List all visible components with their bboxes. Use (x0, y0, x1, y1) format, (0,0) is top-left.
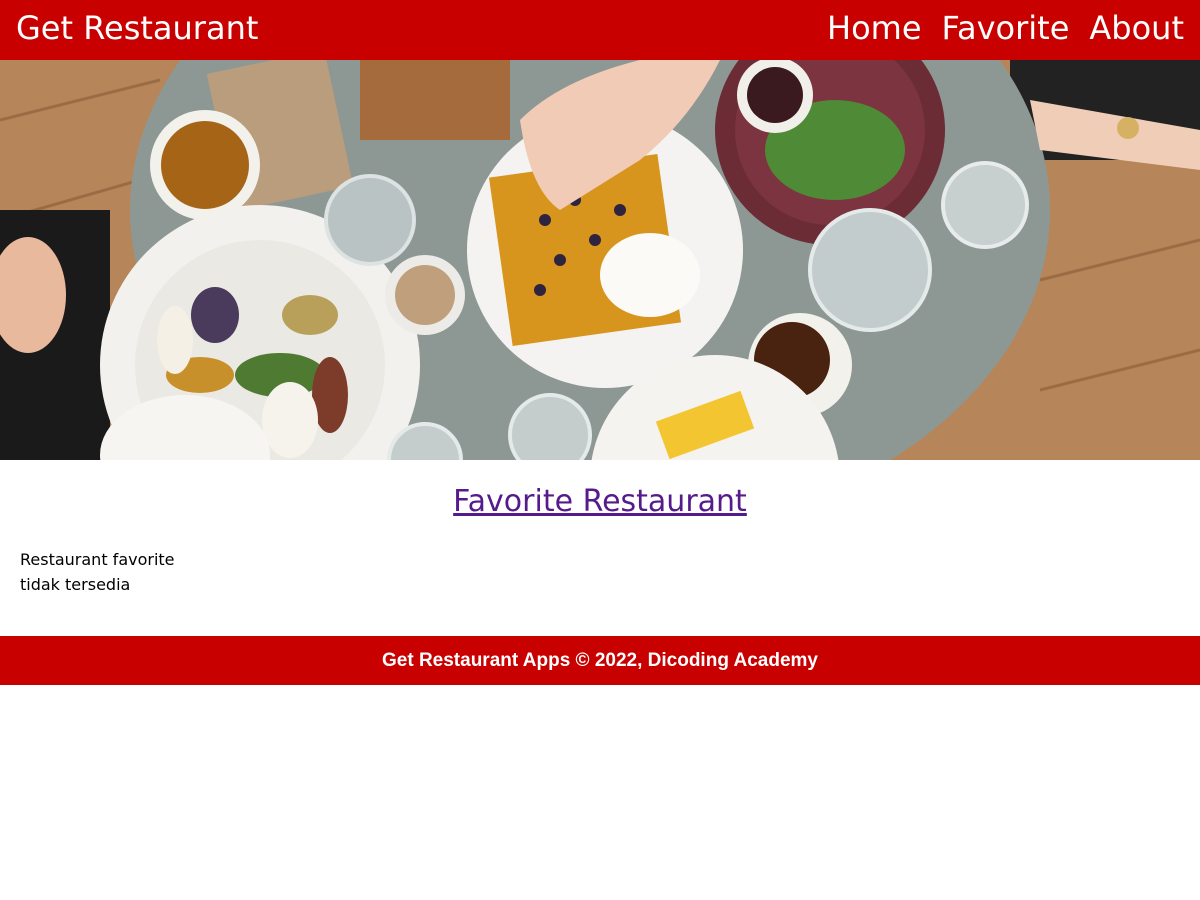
favorite-restaurant-title-link[interactable]: Favorite Restaurant (453, 484, 747, 519)
app-bar: Get Restaurant Home Favorite About (0, 0, 1200, 60)
main-content: Favorite Restaurant Restaurant favorite … (0, 460, 1200, 636)
nav-home-link[interactable]: Home (827, 6, 922, 50)
hero-image (0, 60, 1200, 460)
footer-text: Get Restaurant Apps © 2022, Dicoding Aca… (382, 650, 818, 671)
food-table-hero-illustration (0, 60, 1200, 460)
nav-about-link[interactable]: About (1089, 6, 1184, 50)
main-nav: Home Favorite About (827, 6, 1184, 50)
empty-favorites-message: Restaurant favorite tidak tersedia (20, 550, 175, 594)
page-title: Favorite Restaurant (0, 482, 1200, 522)
brand-logo-link[interactable]: Get Restaurant (16, 6, 258, 50)
nav-favorite-link[interactable]: Favorite (942, 6, 1070, 50)
footer: Get Restaurant Apps © 2022, Dicoding Aca… (0, 636, 1200, 685)
